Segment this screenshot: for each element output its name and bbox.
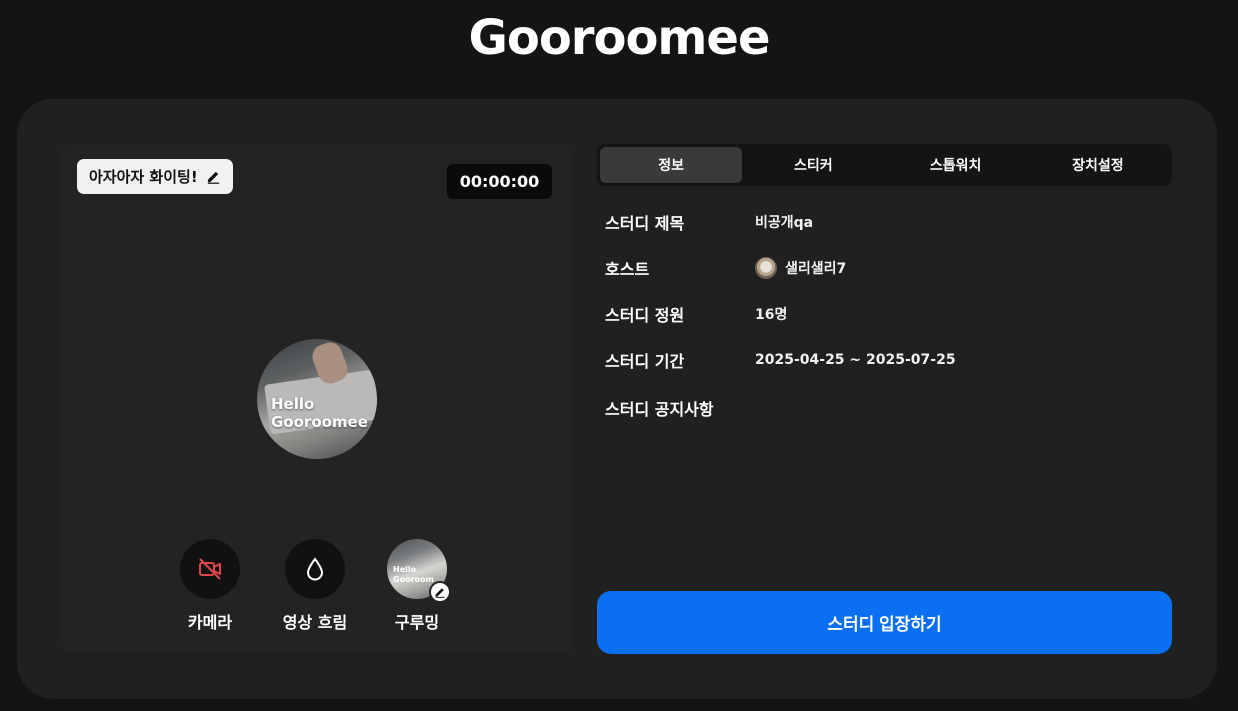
profile-avatar: Hello Gooroomee xyxy=(257,339,377,459)
period-label: 스터디 기간 xyxy=(605,352,685,371)
tab-device-settings[interactable]: 장치설정 xyxy=(1027,147,1169,183)
study-entry-card: 아자아자 화이팅! 00:00:00 Hello Gooroomee 카메라 영… xyxy=(17,99,1217,699)
edit-badge[interactable] xyxy=(429,581,451,603)
tab-sticker[interactable]: 스티커 xyxy=(742,147,884,183)
camera-preview-panel: 아자아자 화이팅! 00:00:00 Hello Gooroomee 카메라 영… xyxy=(62,144,572,654)
tab-info[interactable]: 정보 xyxy=(600,147,743,183)
study-title-label: 스터디 제목 xyxy=(605,214,685,233)
status-message-pill[interactable]: 아자아자 화이팅! xyxy=(77,159,233,194)
preview-controls: 카메라 영상 흐림 Hello Gooroom 구루밍 xyxy=(62,539,572,639)
blur-toggle[interactable]: 영상 흐림 xyxy=(270,539,360,633)
info-row-notice: 스터디 공지사항 xyxy=(605,393,755,423)
period-value: 2025-04-25 ~ 2025-07-25 xyxy=(755,352,956,368)
info-row-capacity: 스터디 정원 16명 xyxy=(605,299,787,329)
capacity-value: 16명 xyxy=(755,307,788,323)
blur-label: 영상 흐림 xyxy=(282,613,348,632)
host-value: 샐리샐리7 xyxy=(755,257,846,279)
thumb-text-line2: Gooroom xyxy=(393,575,434,584)
host-avatar xyxy=(755,257,777,279)
gooroomee-logo: Gooroomee xyxy=(468,10,770,66)
droplet-icon xyxy=(306,557,324,581)
enter-study-button[interactable]: 스터디 입장하기 xyxy=(597,591,1172,654)
notice-label: 스터디 공지사항 xyxy=(605,400,714,419)
thumb-text-line1: Hello xyxy=(393,565,417,574)
blur-button[interactable] xyxy=(285,539,345,599)
camera-button[interactable] xyxy=(180,539,240,599)
camera-toggle[interactable]: 카메라 xyxy=(165,539,255,633)
capacity-label: 스터디 정원 xyxy=(605,306,685,325)
gooroomee-label: 구루밍 xyxy=(394,613,440,632)
avatar-text-line2: Gooroomee xyxy=(271,413,368,431)
avatar-text-line1: Hello xyxy=(271,395,315,413)
info-row-title: 스터디 제목 비공개qa xyxy=(605,207,813,237)
camera-off-icon xyxy=(199,558,221,580)
gooroomee-button[interactable]: Hello Gooroom xyxy=(387,539,451,603)
camera-label: 카메라 xyxy=(187,613,233,632)
pencil-icon xyxy=(207,171,219,184)
study-timer: 00:00:00 xyxy=(447,164,552,199)
pencil-icon xyxy=(435,588,445,598)
tab-stopwatch[interactable]: 스톱워치 xyxy=(885,147,1027,183)
host-name: 샐리샐리7 xyxy=(785,261,847,277)
study-title-value: 비공개qa xyxy=(755,215,814,231)
status-message-text: 아자아자 화이팅! xyxy=(89,168,198,186)
info-row-period: 스터디 기간 2025-04-25 ~ 2025-07-25 xyxy=(605,345,956,375)
info-row-host: 호스트 샐리샐리7 xyxy=(605,253,846,283)
info-tabs: 정보 스티커 스톱워치 장치설정 xyxy=(597,144,1172,186)
host-label: 호스트 xyxy=(605,260,650,279)
gooroomee-toggle[interactable]: Hello Gooroom 구루밍 xyxy=(372,539,462,633)
